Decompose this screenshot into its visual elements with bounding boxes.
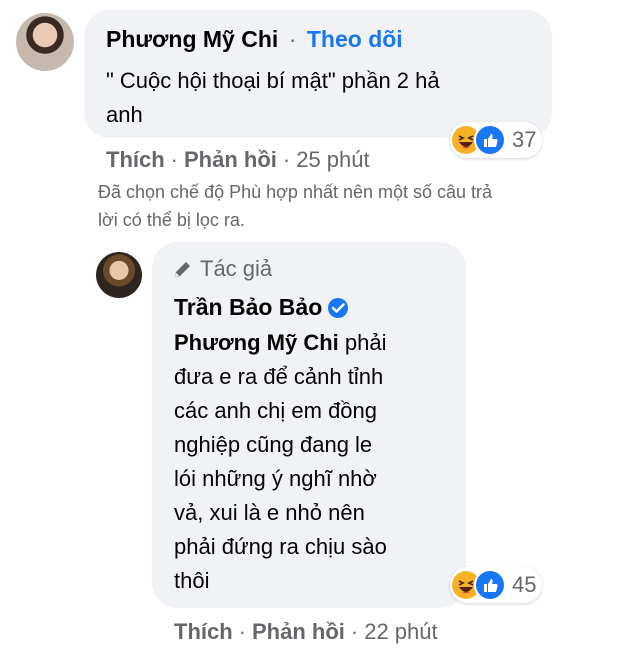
reply-text-start: phải (344, 330, 387, 355)
reply-text-line: phải đứng ra chịu sào (174, 534, 387, 559)
comment-timestamp[interactable]: 25 phút (296, 147, 369, 172)
reply-text-line: vả, xui là e nhỏ nên (174, 500, 365, 525)
reaction-summary[interactable]: 37 (450, 122, 543, 158)
follow-link[interactable]: Theo dõi (307, 26, 403, 52)
reaction-count: 45 (512, 572, 537, 597)
reply-text-line: các anh chị em đồng (174, 398, 378, 423)
comment-text-line: " Cuộc hội thoại bí mật" phần 2 hả (106, 68, 440, 93)
reaction-summary[interactable]: 45 (450, 567, 543, 603)
separator: · (288, 26, 297, 52)
separator: · (238, 619, 246, 644)
comment-text-line: anh (106, 102, 143, 127)
separator: · (350, 619, 359, 644)
separator: · (282, 147, 291, 172)
reply-timestamp[interactable]: 22 phút (364, 619, 437, 644)
filter-notice: Đã chọn chế độ Phù hợp nhất nên một số c… (98, 178, 492, 234)
mention-link[interactable]: Phương Mỹ Chi (174, 330, 339, 355)
author-badge: Tác giả (172, 256, 272, 282)
reply-text-line: thôi (174, 568, 210, 593)
like-button[interactable]: Thích (174, 619, 233, 644)
notice-line: lời có thể bị lọc ra. (98, 210, 245, 230)
avatar-tran-bao-bao[interactable] (96, 252, 142, 298)
comment-author[interactable]: Phương Mỹ Chi (106, 26, 278, 52)
reply-button[interactable]: Phản hồi (252, 619, 345, 644)
comment-bubble: Phương Mỹ Chi · Theo dõi " Cuộc hội thoạ… (84, 10, 552, 138)
reply-text-line: nghiệp cũng đang le (174, 432, 373, 457)
reply-actions: Thích · Phản hồi · 22 phút (174, 619, 438, 645)
reaction-count: 37 (512, 127, 537, 152)
pencil-icon (172, 258, 194, 280)
comment-actions: Thích · Phản hồi · 25 phút (106, 147, 370, 173)
reply-author[interactable]: Trần Bảo Bảo (174, 294, 322, 321)
reply-text-line: đưa e ra để cảnh tỉnh (174, 364, 384, 389)
separator: · (170, 147, 178, 172)
notice-line: Đã chọn chế độ Phù hợp nhất nên một số c… (98, 182, 493, 202)
like-icon (474, 124, 506, 156)
verified-badge-icon (327, 297, 349, 319)
like-icon (474, 569, 506, 601)
author-badge-label: Tác giả (200, 256, 273, 281)
reply-button[interactable]: Phản hồi (184, 147, 277, 172)
like-button[interactable]: Thích (106, 147, 165, 172)
avatar-phuong-my-chi[interactable] (16, 13, 74, 71)
reply-text-line: lói những ý nghĩ nhờ (174, 466, 377, 491)
reply-bubble: Tác giả Trần Bảo Bảo Phương Mỹ Chi phải … (152, 242, 466, 608)
